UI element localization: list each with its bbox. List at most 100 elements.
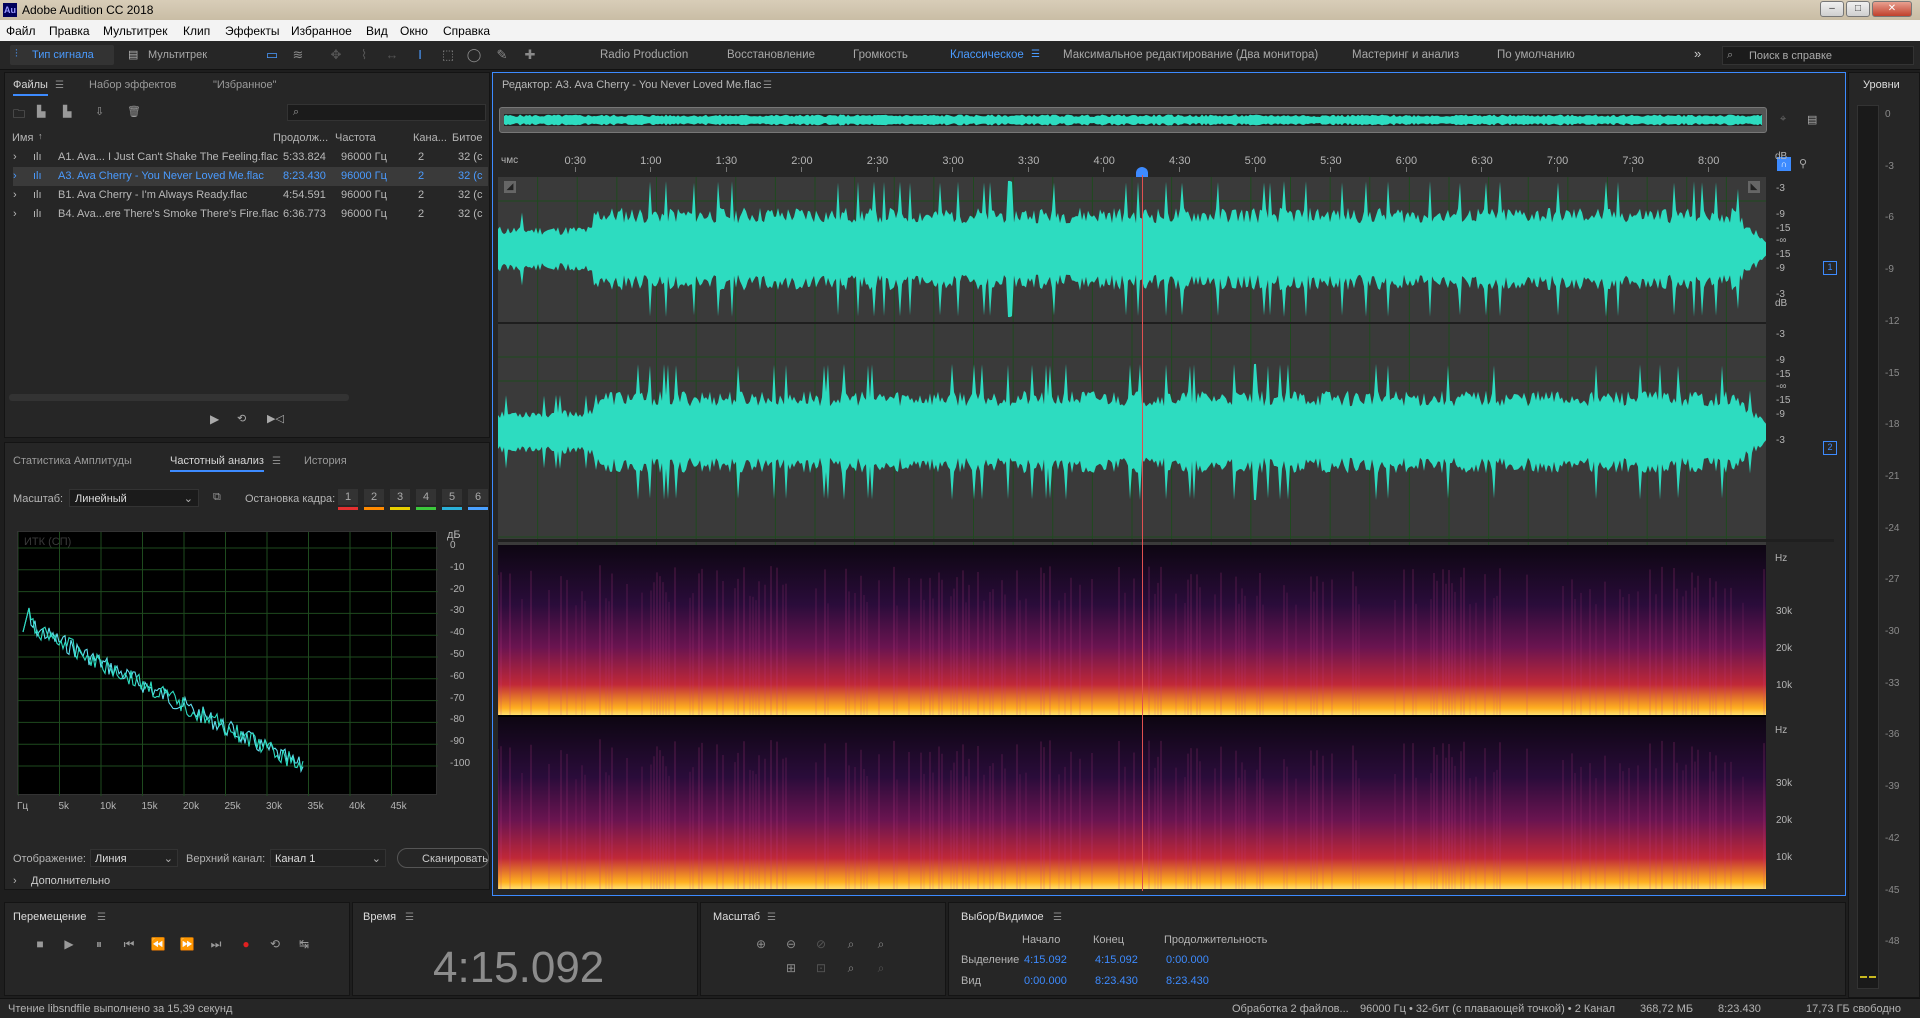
menu-view[interactable]: Вид	[366, 24, 388, 38]
mode-multitrack-button[interactable]: ▤ Мультитрек	[124, 45, 214, 65]
tab-effects-rack[interactable]: Набор эффектов	[89, 79, 176, 91]
col-duration[interactable]: Продолж...	[273, 132, 328, 144]
menu-multitrack[interactable]: Мультитрек	[103, 24, 167, 38]
snapshot-icon[interactable]: ⧉	[213, 491, 221, 504]
files-scrollbar[interactable]	[9, 394, 349, 401]
fast-forward-icon[interactable]: ⏩	[178, 935, 196, 953]
zoom-to-selection-icon[interactable]: ⊞	[782, 961, 800, 977]
selection-menu-icon[interactable]: ☰	[1053, 912, 1062, 923]
scale-select[interactable]: Линейный ⌄	[69, 489, 199, 507]
selection-start[interactable]: 4:15.092	[1024, 954, 1067, 966]
preview-autoplay-icon[interactable]: ▶◁	[267, 412, 284, 425]
spectrogram-area[interactable]	[498, 545, 1766, 889]
tab-amplitude-stats[interactable]: Статистика Амплитуды	[13, 455, 132, 467]
help-search-input[interactable]: ⌕ Поиск в справке	[1722, 46, 1914, 65]
zoom-in-time-icon[interactable]: ⌕	[842, 937, 860, 953]
spot-healing-tool-icon[interactable]: ✚	[522, 47, 538, 63]
workspace-restoration[interactable]: Восстановление	[727, 49, 815, 61]
open-file-icon[interactable]: 🗀	[13, 105, 25, 126]
brush-tool-icon[interactable]: ✎	[494, 47, 510, 63]
spectral-divider[interactable]	[498, 539, 1834, 542]
more-toggle[interactable]: Дополнительно	[31, 875, 110, 887]
tab-files[interactable]: Файлы	[13, 79, 48, 96]
razor-tool-icon[interactable]: ⌇	[356, 47, 372, 63]
maximize-button[interactable]: □	[1846, 1, 1870, 17]
slip-tool-icon[interactable]: ↔	[384, 47, 400, 63]
preview-loop-icon[interactable]: ⟲	[237, 412, 246, 425]
workspace-overflow-icon[interactable]: »	[1694, 46, 1701, 61]
hold-slot-6[interactable]: 6	[468, 489, 488, 505]
chevron-right-icon[interactable]: ›	[13, 875, 17, 887]
view-duration[interactable]: 8:23.430	[1166, 975, 1209, 987]
insert-multitrack-icon[interactable]: ⇩	[95, 105, 104, 118]
zoom-menu-icon[interactable]: ☰	[767, 912, 776, 923]
zoom-out-full-icon[interactable]: ⊘	[812, 937, 830, 953]
workspace-max-editing[interactable]: Максимальное редактирование (Два монитор…	[1063, 49, 1318, 61]
pin-icon[interactable]: ⚲	[1799, 157, 1807, 170]
menu-help[interactable]: Справка	[443, 24, 490, 38]
workspace-classic[interactable]: Классическое	[950, 49, 1024, 61]
stop-icon[interactable]: ■	[31, 935, 49, 953]
tab-history[interactable]: История	[304, 455, 347, 467]
selection-end[interactable]: 4:15.092	[1095, 954, 1138, 966]
channel-1-badge[interactable]: 1	[1823, 261, 1837, 275]
time-menu-icon[interactable]: ☰	[405, 912, 414, 923]
channel-select[interactable]: Канал 1 ⌄	[270, 849, 386, 867]
selection-duration[interactable]: 0:00.000	[1166, 954, 1209, 966]
mode-waveform-button[interactable]: ⫶ Тип сигнала	[10, 45, 114, 65]
col-bits[interactable]: Битое	[452, 132, 483, 144]
display-select[interactable]: Линия ⌄	[90, 849, 178, 867]
transport-menu-icon[interactable]: ☰	[97, 912, 106, 923]
menu-effects[interactable]: Эффекты	[225, 24, 280, 38]
files-menu-icon[interactable]: ☰	[55, 80, 64, 91]
time-ruler[interactable]: чмс 0:30 1:00 1:30 2:00 2:30 3:00 3:30 4:00 4:30…	[499, 151, 1767, 172]
file-row[interactable]: › ılı B1. Ava Cherry - I'm Always Ready.fl…	[13, 186, 488, 205]
menu-window[interactable]: Окно	[400, 24, 428, 38]
zoom-out-amplitude-icon[interactable]: ⊖	[782, 937, 800, 953]
move-tool-icon[interactable]: ✥	[328, 47, 344, 63]
scan-button[interactable]: Сканировать	[397, 848, 489, 868]
zoom-in-icon[interactable]: ⌖	[1780, 113, 1786, 126]
zoom-out-time-icon[interactable]: ⌕	[872, 937, 890, 953]
loop-icon[interactable]: ⟲	[266, 935, 284, 953]
menu-file[interactable]: Файл	[6, 24, 36, 38]
tab-favorites[interactable]: "Избранное"	[213, 79, 277, 91]
expand-chevron-icon[interactable]: ›	[13, 151, 17, 163]
workspace-loudness[interactable]: Громкость	[853, 49, 908, 61]
col-name[interactable]: Имя	[12, 132, 33, 144]
record-icon[interactable]: ●	[237, 935, 255, 953]
zoom-in-point-icon[interactable]: ⊡	[812, 961, 830, 977]
menu-edit[interactable]: Правка	[49, 24, 90, 38]
channel-2-badge[interactable]: 2	[1823, 441, 1837, 455]
hold-slot-3[interactable]: 3	[390, 489, 410, 505]
new-file-icon[interactable]: ▙	[63, 105, 71, 118]
overview-bar[interactable]	[499, 107, 1767, 133]
fade-out-handle-icon[interactable]: ◣	[1748, 181, 1760, 193]
menu-favorites[interactable]: Избранное	[291, 24, 352, 38]
zoom-in-amplitude-icon[interactable]: ⊕	[752, 937, 770, 953]
minimize-button[interactable]: –	[1820, 1, 1844, 17]
zoom-out-point-icon[interactable]: ⌕	[842, 961, 860, 977]
overview-menu-icon[interactable]: ▤	[1807, 113, 1817, 126]
pause-icon[interactable]: ⏸	[90, 935, 108, 953]
tab-frequency-analysis[interactable]: Частотный анализ	[170, 455, 264, 472]
import-file-icon[interactable]: ▙	[37, 105, 45, 118]
file-row[interactable]: › ılı A3. Ava Cherry - You Never Loved Me.…	[13, 167, 488, 186]
time-selection-tool-icon[interactable]: I	[412, 47, 428, 63]
go-to-end-icon[interactable]: ⏭	[207, 935, 225, 953]
workspace-mastering[interactable]: Мастеринг и анализ	[1352, 49, 1459, 61]
col-rate[interactable]: Частота	[335, 132, 376, 144]
hold-slot-5[interactable]: 5	[442, 489, 462, 505]
rewind-icon[interactable]: ⏪	[149, 935, 167, 953]
menu-clip[interactable]: Клип	[183, 24, 210, 38]
spectral-view-icon[interactable]: ≋	[290, 47, 306, 63]
marquee-tool-icon[interactable]: ⬚	[440, 47, 456, 63]
view-end[interactable]: 8:23.430	[1095, 975, 1138, 987]
skip-selection-icon[interactable]: ↹	[295, 935, 313, 953]
fade-in-handle-icon[interactable]: ◢	[504, 181, 516, 193]
files-search-input[interactable]: ⌕	[287, 104, 486, 121]
waveform-view-icon[interactable]: ▭	[264, 47, 280, 63]
go-to-start-icon[interactable]: ⏮	[120, 935, 138, 953]
file-row[interactable]: › ılı B4. Ava...ere There's Smoke There's …	[13, 205, 488, 224]
preview-play-icon[interactable]: ▶	[210, 412, 219, 426]
